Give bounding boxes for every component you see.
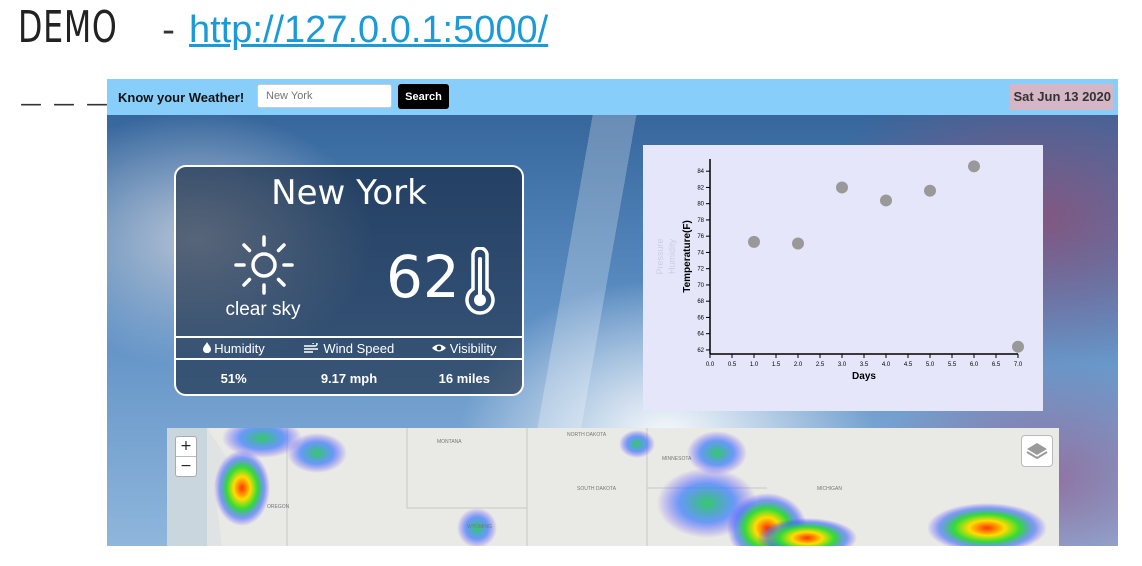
navbar: Know your Weather! Search Sat Jun 13 202… xyxy=(107,79,1118,115)
metric-values-row: 51% 9.17 mph 16 miles xyxy=(176,371,522,386)
y-tick-label: 68 xyxy=(697,299,704,305)
decorative-dashes: — — — xyxy=(20,92,110,117)
city-name: New York xyxy=(271,173,427,213)
x-tick-label: 6.0 xyxy=(970,362,979,368)
x-tick-label: 2.5 xyxy=(816,362,825,368)
data-point xyxy=(1012,340,1024,353)
city-search-input[interactable] xyxy=(257,84,392,108)
map-label: MICHIGAN xyxy=(817,486,842,492)
x-tick-label: 5.5 xyxy=(948,362,957,368)
map-label: MINNESOTA xyxy=(662,456,692,462)
faint-axis-label: Humidity xyxy=(667,239,677,275)
zoom-out-button[interactable]: − xyxy=(176,457,196,476)
x-tick-label: 3.5 xyxy=(860,362,869,368)
y-tick-label: 62 xyxy=(697,348,704,354)
weather-card: New York clear sky 62 Humidity Wind Spee… xyxy=(174,165,524,396)
x-tick-label: 1.5 xyxy=(772,362,781,368)
weather-description: clear sky xyxy=(225,299,301,320)
x-tick-label: 4.0 xyxy=(882,362,891,368)
thermometer-icon xyxy=(465,247,495,315)
x-tick-label: 5.0 xyxy=(926,362,935,368)
wind-label-text: Wind Speed xyxy=(323,340,395,356)
y-tick-label: 76 xyxy=(697,234,704,240)
y-tick-label: 64 xyxy=(697,332,704,338)
y-tick-label: 82 xyxy=(697,185,704,191)
x-tick-label: 0.0 xyxy=(706,362,715,368)
wind-label: Wind Speed xyxy=(291,341,406,356)
y-axis-title: Temperature(F) xyxy=(682,220,693,293)
y-tick-label: 84 xyxy=(697,169,704,175)
search-button[interactable]: Search xyxy=(398,84,449,109)
metric-labels-row: Humidity Wind Speed Visibility xyxy=(176,336,522,360)
weather-app: Know your Weather! Search Sat Jun 13 202… xyxy=(107,79,1118,546)
y-tick-label: 72 xyxy=(697,267,704,273)
x-tick-label: 0.5 xyxy=(728,362,737,368)
x-axis-title: Days xyxy=(852,371,876,382)
map-label: OREGON xyxy=(267,504,290,510)
current-date: Sat Jun 13 2020 xyxy=(1010,84,1114,110)
zoom-control: + − xyxy=(175,436,197,477)
faint-axis-label: Pressure xyxy=(655,238,665,274)
brand-title[interactable]: Know your Weather! xyxy=(118,90,244,105)
heatmap-map[interactable]: MONTANA NORTH DAKOTA MINNESOTA SOUTH DAK… xyxy=(167,428,1059,546)
data-point xyxy=(792,237,804,250)
droplet-icon xyxy=(202,341,211,353)
map-label: NORTH DAKOTA xyxy=(567,432,607,438)
data-point xyxy=(880,194,892,207)
y-tick-label: 66 xyxy=(697,315,704,321)
demo-heading: DEMO xyxy=(18,2,118,53)
y-tick-label: 74 xyxy=(697,250,704,256)
data-point xyxy=(968,160,980,173)
map-label: MONTANA xyxy=(437,439,462,445)
x-tick-label: 2.0 xyxy=(794,362,803,368)
data-point xyxy=(924,184,936,197)
slide-title: DEMO - http://127.0.0.1:5000/ xyxy=(18,2,548,62)
layers-button[interactable] xyxy=(1021,435,1053,467)
temperature-value: 62 xyxy=(386,243,460,311)
y-tick-label: 80 xyxy=(697,202,704,208)
data-point xyxy=(748,235,760,248)
visibility-label-text: Visibility xyxy=(449,340,497,356)
x-tick-label: 4.5 xyxy=(904,362,913,368)
x-tick-label: 1.0 xyxy=(750,362,759,368)
humidity-value: 51% xyxy=(220,371,247,386)
demo-url-link[interactable]: http://127.0.0.1:5000/ xyxy=(189,9,548,52)
humidity-label-text: Humidity xyxy=(214,340,265,356)
title-separator: - xyxy=(162,10,175,51)
data-point xyxy=(836,181,848,194)
humidity-label: Humidity xyxy=(176,341,291,356)
y-tick-label: 70 xyxy=(697,283,704,289)
wind-speed-value: 9.17 mph xyxy=(320,371,378,386)
x-tick-label: 6.5 xyxy=(992,362,1001,368)
zoom-in-button[interactable]: + xyxy=(176,437,196,457)
map-canvas: MONTANA NORTH DAKOTA MINNESOTA SOUTH DAK… xyxy=(167,428,1047,546)
heat-spots xyxy=(214,428,1047,546)
temperature-chart: 62 64 66 68 70 72 74 76 78 80 82 84 0.0 0.5 1.0 1.5 2.0 2… xyxy=(643,145,1043,411)
layers-icon xyxy=(1026,443,1048,460)
map-label: WYOMING xyxy=(467,524,492,530)
x-tick-label: 3.0 xyxy=(838,362,847,368)
visibility-value: 16 miles xyxy=(438,371,490,386)
visibility-label: Visibility xyxy=(407,341,522,356)
eye-icon xyxy=(432,344,447,351)
sun-icon xyxy=(234,235,294,295)
chart-svg: 62 64 66 68 70 72 74 76 78 80 82 84 0.0 0.5 1.0 1.5 2.0 2… xyxy=(655,159,1024,382)
map-label: SOUTH DAKOTA xyxy=(577,486,617,492)
wind-icon xyxy=(303,340,318,353)
x-tick-label: 7.0 xyxy=(1014,362,1023,368)
y-tick-label: 78 xyxy=(697,218,704,224)
